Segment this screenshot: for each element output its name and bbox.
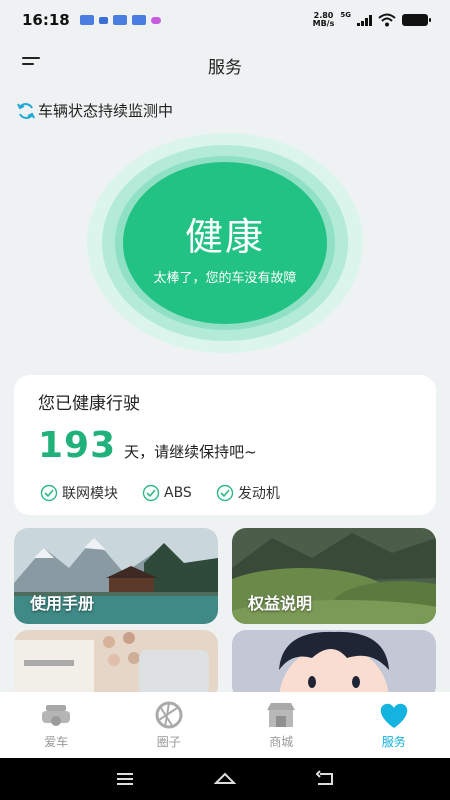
color-swatch-tile[interactable] bbox=[14, 630, 218, 700]
health-indicator: 健康 太棒了，您的车没有故障 bbox=[87, 133, 363, 353]
refresh-icon bbox=[17, 102, 35, 119]
app-notification-icon bbox=[112, 15, 127, 25]
nav-bar: 服务 bbox=[0, 44, 450, 84]
tab-circle[interactable]: 圈子 bbox=[113, 692, 226, 758]
app-notification-icon bbox=[150, 16, 161, 24]
battery-icon bbox=[402, 14, 431, 26]
signal-icon bbox=[357, 14, 372, 26]
app-notification-icon bbox=[98, 16, 108, 24]
notification-icons bbox=[79, 15, 161, 25]
wifi-icon bbox=[378, 13, 396, 27]
app-notification-icon bbox=[131, 15, 146, 25]
days-suffix: 天，请继续保持吧~ bbox=[124, 443, 257, 461]
home-icon[interactable] bbox=[214, 768, 236, 790]
check-circle-icon bbox=[142, 484, 160, 502]
status-bar: 16:18 2.80 MB/s 5G bbox=[0, 0, 450, 40]
check-circle-icon bbox=[40, 484, 58, 502]
check-item: 发动机 bbox=[216, 483, 280, 503]
network-type: 5G bbox=[340, 11, 351, 19]
check-circle-icon bbox=[216, 484, 234, 502]
driving-health-card: 您已健康行驶 193 天，请继续保持吧~ 联网模块 ABS 发动机 bbox=[14, 375, 436, 515]
check-list: 联网模块 ABS 发动机 bbox=[40, 483, 280, 503]
healthy-days: 193 bbox=[38, 425, 117, 466]
health-message: 太棒了，您的车没有故障 bbox=[153, 271, 297, 286]
network-speed: 2.80 MB/s bbox=[312, 11, 335, 28]
card-title: 您已健康行驶 bbox=[38, 394, 140, 414]
tab-car[interactable]: 爱车 bbox=[0, 692, 113, 758]
manual-tile[interactable]: 使用手册 bbox=[14, 528, 218, 624]
back-icon[interactable] bbox=[314, 768, 336, 790]
cartoon-face-image bbox=[232, 630, 436, 700]
avatar-tile[interactable] bbox=[232, 630, 436, 700]
aperture-icon bbox=[155, 701, 183, 729]
monitoring-text: 车辆状态持续监测中 bbox=[38, 102, 174, 120]
recent-apps-icon[interactable] bbox=[114, 768, 136, 790]
tab-service[interactable]: 服务 bbox=[338, 692, 450, 758]
page-title: 服务 bbox=[208, 58, 242, 78]
check-item: ABS bbox=[142, 483, 192, 503]
benefits-label: 权益说明 bbox=[248, 594, 313, 613]
app-notification-icon bbox=[79, 15, 94, 25]
car-icon bbox=[42, 705, 71, 726]
status-time: 16:18 bbox=[22, 11, 70, 29]
monitoring-status: 车辆状态持续监测中 bbox=[16, 100, 173, 121]
bottom-tab-bar: 爱车 圈子 商城 服务 bbox=[0, 692, 450, 758]
manual-label: 使用手册 bbox=[30, 594, 95, 613]
tab-store[interactable]: 商城 bbox=[225, 692, 338, 758]
system-navigation-bar bbox=[0, 758, 450, 800]
days-row: 193 天，请继续保持吧~ bbox=[38, 425, 257, 466]
health-status: 健康 bbox=[184, 215, 265, 259]
heart-icon bbox=[380, 703, 408, 728]
swatch-photo-image bbox=[14, 630, 218, 700]
benefits-tile[interactable]: 权益说明 bbox=[232, 528, 436, 624]
health-core: 健康 太棒了，您的车没有故障 bbox=[123, 162, 327, 324]
check-item: 联网模块 bbox=[40, 483, 118, 503]
store-icon bbox=[267, 703, 296, 727]
